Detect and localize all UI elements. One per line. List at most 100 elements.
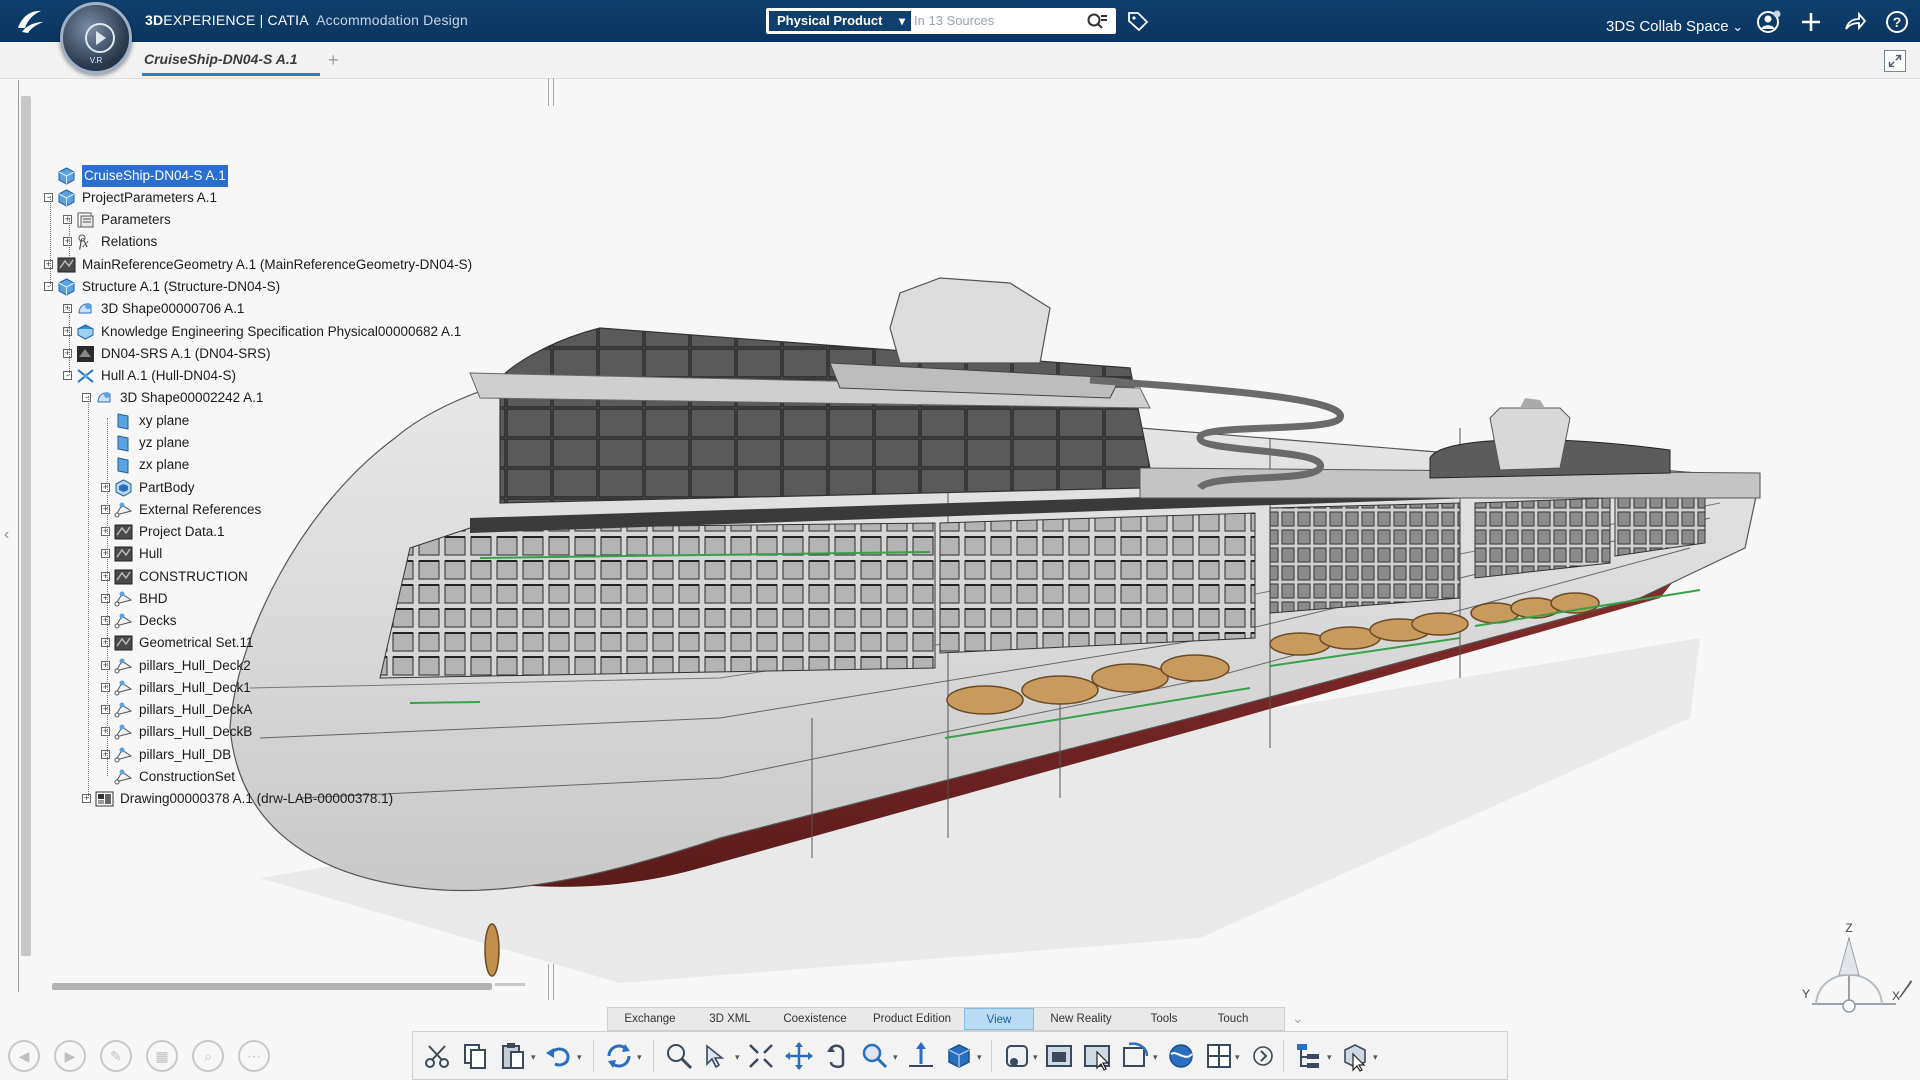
geometry-icon (114, 523, 133, 541)
collab-space-selector[interactable]: 3DS Collab Space (1606, 18, 1743, 35)
expand-icon[interactable]: + (101, 705, 110, 714)
render-dropdown-icon[interactable]: ▾ (1033, 1052, 1038, 1063)
tree-node-label: 3D Shape00000706 A.1 (101, 301, 245, 316)
normal-to-plane-icon[interactable] (905, 1040, 937, 1072)
swap-visible-space-icon[interactable] (1081, 1040, 1113, 1072)
play-icon[interactable] (85, 23, 115, 53)
axis-label-y: Y (1802, 987, 1810, 1001)
add-icon[interactable] (1798, 9, 1824, 35)
rotate-icon[interactable] (821, 1040, 853, 1072)
expand-icon[interactable]: + (44, 260, 53, 269)
search-scope-dropdown[interactable]: Physical Product (769, 11, 911, 31)
expand-icon[interactable]: + (101, 527, 110, 536)
3d-viewport[interactable]: CruiseShip-DN04-S A.1 - ProjectParameters … (0, 78, 1920, 1013)
expand-icon[interactable]: + (101, 616, 110, 625)
fullscreen-toggle-icon[interactable] (1884, 50, 1906, 72)
update-icon[interactable] (603, 1040, 635, 1072)
user-icon[interactable] (1756, 9, 1782, 35)
view-cube-dropdown-icon[interactable]: ▾ (977, 1052, 982, 1063)
expand-icon[interactable]: + (101, 505, 110, 514)
insert-component-icon[interactable] (1339, 1040, 1371, 1072)
tree-node-label: MainReferenceGeometry A.1 (MainReference… (82, 257, 473, 272)
tree-node-label: xy plane (139, 413, 190, 428)
expand-icon[interactable]: + (63, 349, 72, 358)
render-style-icon[interactable] (1001, 1040, 1033, 1072)
tab-cruiseship[interactable]: CruiseShip-DN04-S A.1 (142, 42, 320, 76)
3d-axis-compass-icon[interactable]: Z Y X (1794, 920, 1904, 1020)
tree-dropdown-icon[interactable]: ▾ (1327, 1052, 1332, 1063)
reframe-icon[interactable] (1119, 1040, 1151, 1072)
pen-icon[interactable] (1896, 978, 1914, 1000)
section-tab[interactable]: Exchange (610, 1008, 690, 1030)
expand-icon[interactable]: + (82, 794, 91, 803)
search-input[interactable]: In 13 Sources (914, 8, 1054, 34)
svg-text:fx: fx (79, 235, 89, 250)
share-icon[interactable] (1842, 9, 1868, 35)
layout-dropdown-icon[interactable]: ▾ (1235, 1052, 1240, 1063)
view-cube-icon[interactable] (943, 1040, 975, 1072)
expand-icon[interactable]: + (63, 237, 72, 246)
undo-dropdown-icon[interactable]: ▾ (577, 1052, 582, 1063)
expand-icon[interactable]: + (101, 549, 110, 558)
add-tab-button[interactable]: + (328, 50, 339, 71)
expand-icon[interactable]: + (101, 594, 110, 603)
tree-node-label: Geometrical Set.11 (139, 635, 254, 650)
insert-dropdown-icon[interactable]: ▾ (1373, 1052, 1378, 1063)
expand-icon[interactable]: + (101, 638, 110, 647)
geometry-icon (114, 545, 133, 563)
tree-node-label: DN04-SRS A.1 (DN04-SRS) (101, 346, 271, 361)
select-dropdown-icon[interactable]: ▾ (735, 1052, 740, 1063)
search-box[interactable]: Physical Product In 13 Sources (766, 8, 1116, 34)
collapse-icon[interactable]: - (82, 393, 91, 402)
expand-icon[interactable]: + (63, 215, 72, 224)
compass-icon[interactable]: V.R (60, 2, 132, 74)
search-icon[interactable] (1086, 12, 1108, 30)
next-icon[interactable] (1247, 1040, 1279, 1072)
tag-icon[interactable] (1126, 10, 1150, 32)
tree-node-label: zx plane (139, 457, 190, 472)
geometry-icon (114, 568, 133, 586)
toolbar-separator (653, 1040, 654, 1072)
action-toolbar: ▾ ▾ ▾ ▾ ▾ ▾ ▾ ▾ ▾ ▾ ▾ (412, 1031, 1508, 1080)
help-icon[interactable]: ? (1884, 9, 1910, 35)
tree-node-label: pillars_Hull_DB (139, 747, 232, 762)
expand-icon[interactable]: + (101, 483, 110, 492)
geometrical-set-icon (114, 701, 133, 719)
geometry-icon (57, 256, 76, 274)
expand-icon[interactable]: + (101, 727, 110, 736)
expand-icon[interactable]: + (101, 683, 110, 692)
section-tab[interactable]: 3D XML (690, 1008, 770, 1030)
section-tab[interactable]: Coexistence (770, 1008, 860, 1030)
hide-show-icon[interactable] (1043, 1040, 1075, 1072)
normal-view-icon[interactable] (745, 1040, 777, 1072)
section-tab[interactable]: Touch (1200, 1008, 1266, 1030)
update-dropdown-icon[interactable]: ▾ (637, 1052, 642, 1063)
layout-icon[interactable] (1203, 1040, 1235, 1072)
collapse-icon[interactable]: - (44, 193, 53, 202)
fit-all-icon[interactable] (663, 1040, 695, 1072)
expand-sections-icon[interactable]: ⌄ (1292, 1010, 1304, 1027)
expand-icon[interactable]: + (101, 661, 110, 670)
pan-icon[interactable] (783, 1040, 815, 1072)
zoom-in-out-icon[interactable] (859, 1040, 891, 1072)
shape-icon (95, 389, 114, 407)
collapse-icon[interactable]: - (44, 282, 53, 291)
section-tab[interactable]: View (964, 1008, 1034, 1030)
collapse-icon[interactable]: - (63, 371, 72, 380)
expand-icon[interactable]: + (63, 327, 72, 336)
expand-icon[interactable]: + (101, 572, 110, 581)
product-icon (57, 189, 76, 207)
section-tab[interactable]: New Reality (1034, 1008, 1128, 1030)
dassault-logo-icon[interactable] (14, 6, 46, 36)
section-tab[interactable]: Tools (1128, 1008, 1200, 1030)
reframe-dropdown-icon[interactable]: ▾ (1153, 1052, 1158, 1063)
expand-icon[interactable]: + (101, 750, 110, 759)
expand-icon[interactable]: + (63, 304, 72, 313)
tree-connector (69, 308, 70, 375)
select-icon[interactable] (701, 1040, 733, 1072)
zoom-dropdown-icon[interactable]: ▾ (893, 1052, 898, 1063)
section-tab[interactable]: Product Edition (860, 1008, 964, 1030)
tree-node-label: Hull (139, 546, 163, 561)
ambiance-icon[interactable] (1165, 1040, 1197, 1072)
tree-reorder-icon[interactable] (1293, 1040, 1325, 1072)
